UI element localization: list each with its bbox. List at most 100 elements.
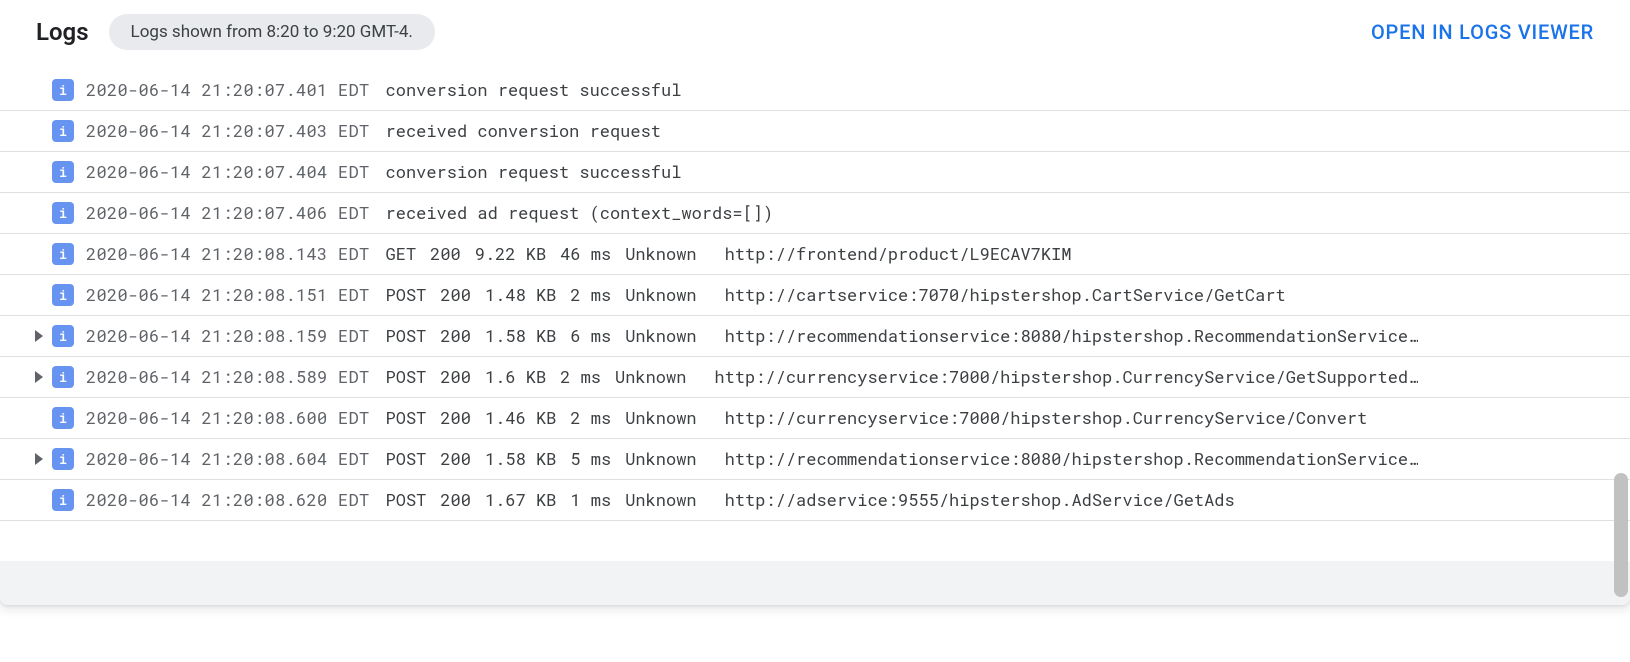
open-in-logs-viewer-link[interactable]: OPEN IN LOGS VIEWER [1371,20,1594,44]
bottom-bar [0,561,1630,605]
time-range-badge: Logs shown from 8:20 to 9:20 GMT-4. [109,14,435,50]
scrollbar[interactable] [1614,80,1628,599]
http-size: 1.46 KB [485,406,556,429]
log-row[interactable]: i2020-06-14 21:20:08.604 EDTPOST2001.58 … [0,439,1630,480]
http-method: POST [386,447,427,470]
log-message: received conversion request [386,119,661,143]
http-latency: 2 ms [570,406,611,429]
chevron-right-icon [35,330,43,342]
expand-toggle[interactable] [26,371,52,383]
log-row[interactable]: i 2020-06-14 21:20:07.404 EDT conversion r… [0,152,1630,193]
log-row[interactable]: i 2020-06-14 21:20:07.406 EDT received ad … [0,193,1630,234]
http-status: 200 [430,242,461,265]
http-agent: Unknown [625,242,696,265]
log-row[interactable]: i 2020-06-14 21:20:08.620 EDT POST 200 1.67 … [0,480,1630,521]
http-agent: Unknown [625,447,696,470]
logs-title: Logs [36,18,89,46]
http-url: http://recommendationservice:8080/hipste… [725,447,1419,470]
http-url: http://frontend/product/L9ECAV7KIM [725,242,1072,265]
log-message: conversion request successful [386,160,682,184]
log-message: conversion request successful [386,78,682,102]
http-agent: Unknown [615,365,686,388]
info-severity-icon: i [52,448,74,470]
http-url: http://recommendationservice:8080/hipste… [725,324,1419,347]
info-severity-icon: i [52,202,74,224]
expand-toggle[interactable] [26,330,52,342]
http-size: 1.58 KB [485,324,556,347]
http-latency: 46 ms [560,242,611,265]
info-severity-icon: i [52,243,74,265]
http-latency: 6 ms [570,324,611,347]
http-agent: Unknown [625,406,696,429]
scrollbar-thumb[interactable] [1614,473,1628,597]
http-size: 1.67 KB [485,488,556,511]
log-message: POST 200 1.67 KB 1 ms Unknown http://adservic… [386,488,1235,512]
http-url: http://currencyservice:7000/hipstershop.… [714,365,1418,388]
http-latency: 5 ms [570,447,611,470]
info-severity-icon: i [52,284,74,306]
log-row[interactable]: i 2020-06-14 21:20:08.143 EDT GET 200 9.22 K… [0,234,1630,275]
log-message: POST 200 1.58 KB 5 ms Unknown http://recommen… [386,447,1419,471]
log-timestamp: 2020-06-14 21:20:08.151 EDT [86,283,370,307]
log-timestamp: 2020-06-14 21:20:08.600 EDT [86,406,370,430]
log-row[interactable]: i 2020-06-14 21:20:07.401 EDT conversion r… [0,70,1630,111]
log-row[interactable]: i 2020-06-14 21:20:08.159 EDT POST 200 1.58 … [0,316,1630,357]
http-url: http://adservice:9555/hipstershop.AdServ… [725,488,1235,511]
http-method: POST [386,488,427,511]
http-agent: Unknown [625,324,696,347]
http-url: http://currencyservice:7000/hipstershop.… [725,406,1368,429]
info-severity-icon: i [52,325,74,347]
log-row[interactable]: i 2020-06-14 21:20:08.600 EDT POST 200 1.46 … [0,398,1630,439]
http-size: 1.58 KB [485,447,556,470]
log-message: received ad request (context_words=[]) [386,201,774,225]
log-timestamp: 2020-06-14 21:20:08.159 EDT [86,324,370,348]
chevron-right-icon [35,371,43,383]
log-timestamp: 2020-06-14 21:20:07.404 EDT [86,160,370,184]
http-size: 1.6 KB [485,365,546,388]
log-timestamp: 2020-06-14 21:20:08.143 EDT [86,242,370,266]
http-status: 200 [440,283,471,306]
log-row[interactable]: i 2020-06-14 21:20:08.151 EDT POST 200 1.48 … [0,275,1630,316]
logs-panel: Logs Logs shown from 8:20 to 9:20 GMT-4.… [0,0,1630,605]
log-timestamp: 2020-06-14 21:20:08.589 EDT [86,365,370,389]
http-latency: 1 ms [570,488,611,511]
http-status: 200 [440,365,471,388]
http-status: 200 [440,447,471,470]
info-severity-icon: i [52,161,74,183]
log-message: POST 200 1.46 KB 2 ms Unknown http://currency… [386,406,1368,430]
expand-toggle[interactable] [26,453,52,465]
info-severity-icon: i [52,79,74,101]
http-method: GET [386,242,417,265]
log-timestamp: 2020-06-14 21:20:07.406 EDT [86,201,370,225]
log-timestamp: 2020-06-14 21:20:07.403 EDT [86,119,370,143]
http-status: 200 [440,324,471,347]
http-method: POST [386,324,427,347]
http-method: POST [386,406,427,429]
logs-header: Logs Logs shown from 8:20 to 9:20 GMT-4.… [0,0,1630,58]
chevron-right-icon [35,453,43,465]
http-agent: Unknown [625,283,696,306]
info-severity-icon: i [52,366,74,388]
log-message: POST 200 1.6 KB 2 ms Unknown http://currencys… [386,365,1419,389]
http-size: 9.22 KB [475,242,546,265]
http-method: POST [386,283,427,306]
info-severity-icon: i [52,407,74,429]
logs-list: i 2020-06-14 21:20:07.401 EDT conversion r… [0,58,1630,561]
log-message: POST 200 1.58 KB 6 ms Unknown http://recommen… [386,324,1419,348]
http-status: 200 [440,406,471,429]
log-timestamp: 2020-06-14 21:20:07.401 EDT [86,78,370,102]
info-severity-icon: i [52,489,74,511]
http-url: http://cartservice:7070/hipstershop.Cart… [725,283,1286,306]
http-status: 200 [440,488,471,511]
http-latency: 2 ms [560,365,601,388]
log-row[interactable]: i 2020-06-14 21:20:07.403 EDT received con… [0,111,1630,152]
log-message: GET 200 9.22 KB 46 ms Unknown http://frontend… [386,242,1072,266]
http-agent: Unknown [625,488,696,511]
log-timestamp: 2020-06-14 21:20:08.620 EDT [86,488,370,512]
http-latency: 2 ms [570,283,611,306]
log-row[interactable]: i 2020-06-14 21:20:08.589 EDT POST 200 1.6 K… [0,357,1630,398]
log-message: POST 200 1.48 KB 2 ms Unknown http://cartserv… [386,283,1286,307]
http-method: POST [386,365,427,388]
http-size: 1.48 KB [485,283,556,306]
info-severity-icon: i [52,120,74,142]
